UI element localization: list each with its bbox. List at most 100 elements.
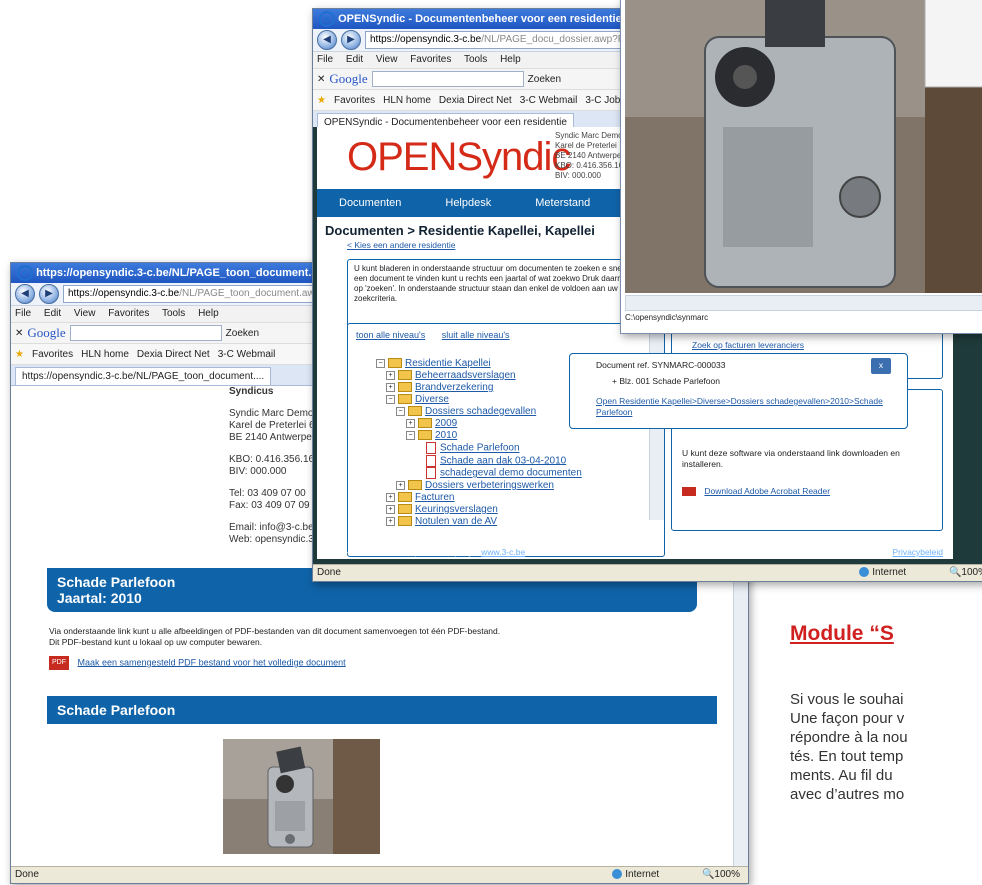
tree-label[interactable]: Keuringsverslagen <box>415 504 498 515</box>
expand-icon[interactable]: + <box>386 516 395 526</box>
menu-view[interactable]: View <box>376 54 398 65</box>
fav-link-dexia[interactable]: Dexia Direct Net <box>439 95 512 106</box>
internet-zone-icon <box>612 869 623 880</box>
tree-label[interactable]: Brandverzekering <box>415 382 493 393</box>
menu-help[interactable]: Help <box>500 54 521 65</box>
menu-edit[interactable]: Edit <box>44 308 61 319</box>
google-search-input[interactable] <box>69 325 222 341</box>
tree-document[interactable]: Schade aan dak 03-04-2010 <box>376 454 664 468</box>
nav-helpdesk[interactable]: Helpdesk <box>423 189 513 217</box>
nav-documenten[interactable]: Documenten <box>317 189 423 217</box>
tree-label[interactable]: Dossiers schadegevallen <box>425 406 536 417</box>
tree-label[interactable]: Schade Parlefoon <box>440 443 520 454</box>
footer-link[interactable]: www.3-c.be <box>481 547 525 557</box>
close-all-levels-link[interactable]: sluit alle niveau's <box>442 330 510 340</box>
close-toolbar-icon[interactable]: ✕ <box>317 74 325 85</box>
menu-favorites[interactable]: Favorites <box>108 308 149 319</box>
popup-close-button[interactable]: x <box>871 358 891 374</box>
menu-favorites[interactable]: Favorites <box>410 54 451 65</box>
expand-icon[interactable]: + <box>396 480 405 490</box>
favorites-star-icon: ★ <box>15 348 24 360</box>
menu-tools[interactable]: Tools <box>162 308 185 319</box>
collapse-icon[interactable]: − <box>386 394 395 404</box>
fav-link-webmail[interactable]: 3-C Webmail <box>520 95 578 106</box>
viewer-hscrollbar[interactable] <box>625 295 982 311</box>
section-title-2: Schade Parlefoon <box>57 702 176 718</box>
tree-label[interactable]: 2009 <box>435 418 457 429</box>
menu-help[interactable]: Help <box>198 308 219 319</box>
tree-folder[interactable]: + Notulen van de AV <box>376 516 664 528</box>
slide-line: avec d’autres mo <box>790 786 905 803</box>
header-info-line: BE 2140 Antwerpe <box>555 151 622 160</box>
google-search-button[interactable]: Zoeken <box>528 74 561 85</box>
zone-label: Internet <box>872 567 907 578</box>
status-right: Internet 🔍100% <box>612 867 740 883</box>
intercom-photo-thumbnail[interactable] <box>223 739 380 854</box>
expand-icon[interactable]: + <box>386 492 395 502</box>
zoom-level[interactable]: 100% <box>961 567 982 578</box>
show-all-levels-link[interactable]: toon alle niveau's <box>356 330 425 340</box>
favorites-button[interactable]: Favorites <box>334 95 375 106</box>
back-button[interactable]: ◀ <box>15 284 35 304</box>
internet-zone-icon <box>859 567 870 578</box>
info-text: U kunt bladeren in onderstaande structuu… <box>354 264 633 303</box>
menu-file[interactable]: File <box>317 54 333 65</box>
tree-folder[interactable]: + Facturen <box>376 492 664 504</box>
forward-button[interactable]: ▶ <box>39 284 59 304</box>
tree-document[interactable]: schadegeval demo documenten <box>376 467 664 480</box>
tree-folder[interactable]: + Dossiers verbeteringswerken <box>376 480 664 492</box>
tree-label[interactable]: Diverse <box>415 394 449 405</box>
privacy-link[interactable]: Privacybeleid <box>892 543 943 561</box>
intercom-photo-large[interactable] <box>625 0 982 293</box>
header-info-line: Karel de Preterlei <box>555 141 617 150</box>
tree-folder[interactable]: + Keuringsverslagen <box>376 504 664 516</box>
zoom-level[interactable]: 100% <box>714 869 740 880</box>
menu-tools[interactable]: Tools <box>464 54 487 65</box>
expand-icon[interactable]: + <box>406 418 415 428</box>
tree-label[interactable]: Facturen <box>415 492 454 503</box>
collapse-icon[interactable]: − <box>376 358 385 368</box>
menu-view[interactable]: View <box>74 308 96 319</box>
favorites-button[interactable]: Favorites <box>32 349 73 360</box>
nav-meterstand[interactable]: Meterstand <box>513 189 612 217</box>
google-logo: Google <box>329 71 368 86</box>
menu-edit[interactable]: Edit <box>346 54 363 65</box>
tree-label[interactable]: 2010 <box>435 430 457 441</box>
folder-icon <box>398 492 412 503</box>
tree-label[interactable]: Residentie Kapellei <box>405 358 491 369</box>
expand-icon[interactable]: + <box>386 504 395 514</box>
fav-link-hln[interactable]: HLN home <box>81 349 129 360</box>
collapse-icon[interactable]: − <box>396 406 405 416</box>
back-button[interactable]: ◀ <box>317 30 337 50</box>
tree-label[interactable]: schadegeval demo documenten <box>440 468 582 479</box>
google-search-button[interactable]: Zoeken <box>226 328 259 339</box>
site-footer: 2010 - Continental Computer Company www.… <box>317 543 953 561</box>
slide-line: ments. Au fil du <box>790 767 893 784</box>
fav-link-dexia[interactable]: Dexia Direct Net <box>137 349 210 360</box>
tree-label[interactable]: Dossiers verbeteringswerken <box>425 480 554 491</box>
tree-label[interactable]: Beheerraadsverslagen <box>415 370 516 381</box>
tree-folder[interactable]: − 2010 <box>376 430 664 442</box>
forward-button[interactable]: ▶ <box>341 30 361 50</box>
merge-pdf-link[interactable]: Maak een samengesteld PDF bestand voor h… <box>78 657 346 667</box>
acrobat-download-link[interactable]: Download Adobe Acrobat Reader <box>704 486 830 496</box>
menu-file[interactable]: File <box>15 308 31 319</box>
expand-icon[interactable]: + <box>386 370 395 380</box>
tree-label[interactable]: Schade aan dak 03-04-2010 <box>440 455 566 466</box>
fav-link-webmail[interactable]: 3-C Webmail <box>218 349 276 360</box>
opensyndic-logo[interactable]: OPENSyndic <box>347 135 571 180</box>
expand-icon[interactable]: + <box>386 382 395 392</box>
tree-document[interactable]: Schade Parlefoon <box>376 442 664 455</box>
collapse-icon[interactable]: − <box>406 430 415 440</box>
google-search-input[interactable] <box>371 71 524 87</box>
header-info-line: KBO: 0.416.356.16 <box>555 161 624 170</box>
tree-label[interactable]: Notulen van de AV <box>415 516 497 527</box>
slide-line: tés. En tout temp <box>790 748 904 765</box>
folder-icon <box>398 516 412 527</box>
popup-path-link[interactable]: Open Residentie Kapellei>Diverse>Dossier… <box>596 396 886 418</box>
header-info-line: Syndic Marc Demo <box>555 131 623 140</box>
fav-link-hln[interactable]: HLN home <box>383 95 431 106</box>
close-toolbar-icon[interactable]: ✕ <box>15 328 23 339</box>
zoom-icon[interactable]: 🔍 <box>949 567 961 578</box>
zoom-icon[interactable]: 🔍 <box>702 869 714 880</box>
